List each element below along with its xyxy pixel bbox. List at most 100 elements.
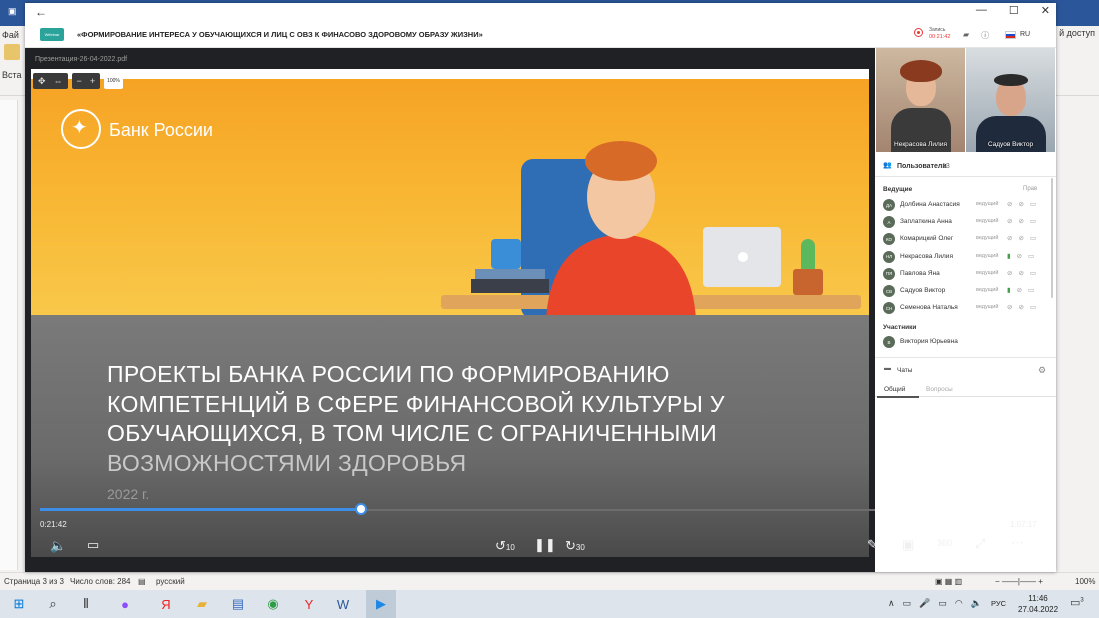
user-row[interactable]: ПЯ Павлова Яна ведущий ⊘ ⊘ ▭ [883,267,1053,281]
chrome-icon[interactable]: ◉ [264,595,282,613]
camera-icon[interactable]: ⊘ [1018,269,1023,277]
zoom-in-button[interactable]: + [90,76,95,86]
chats-header[interactable]: ▬ Чаты ⚙ [875,361,1056,379]
progress-knob[interactable] [355,503,367,515]
chevron-up-icon[interactable]: ∧ [888,598,895,609]
user-controls: ▮ ⊘ ▭ [1007,286,1034,294]
input-language[interactable]: РУС [991,599,1006,608]
zoom-level[interactable]: 100% [1075,577,1095,586]
subtitles-icon[interactable]: ▭ [87,537,99,553]
clock[interactable]: 11:46 27.04.2022 [1018,593,1058,615]
microphone-icon[interactable]: ⊘ [1007,303,1012,311]
avatar: ДА [883,199,895,211]
fullscreen-icon[interactable]: ⤢ [975,536,985,552]
windows-start-icon[interactable]: ⊞ [10,595,28,613]
spellcheck-icon[interactable]: ▤ [138,577,146,586]
volume-icon[interactable]: 🔈 [50,538,66,554]
forward-button[interactable]: ↻30 [565,538,585,554]
back-icon[interactable]: ← [35,5,47,19]
move-icon[interactable]: ✥ [38,76,46,87]
user-row[interactable]: СН Семенова Наталья ведущий ⊘ ⊘ ▭ [883,301,1053,315]
microphone-icon[interactable]: ⊘ [1007,217,1012,225]
yandex-icon[interactable]: Я [157,595,175,613]
battery-icon[interactable]: ▭ [938,598,947,609]
tab-general[interactable]: Общий [884,386,905,393]
minimize-button[interactable]: — [976,4,987,17]
user-row[interactable]: ДА Долбина Анастасия ведущий ⊘ ⊘ ▭ [883,198,1053,212]
user-row[interactable]: А Заплаткина Анна ведущий ⊘ ⊘ ▭ [883,215,1053,229]
word-ribbon-insert[interactable]: Вста [2,70,22,80]
pan-tools: ✥ ⇔ [33,73,68,89]
pencil-icon[interactable]: ✎ [867,537,878,553]
screen-share-icon[interactable]: ▭ [1028,252,1034,260]
video-tile[interactable]: Садуов Виктор [966,48,1055,152]
screen-share-icon[interactable]: ▭ [1030,200,1036,208]
screen-share-icon[interactable]: ▭ [1030,269,1036,277]
pip-icon[interactable]: ▣ [902,537,914,553]
camera-icon[interactable]: ⊘ [1017,252,1022,260]
fit-width-icon[interactable]: ⇔ [54,76,63,86]
user-controls: ⊘ ⊘ ▭ [1007,217,1036,225]
camera-icon[interactable]: ⊘ [1018,234,1023,242]
close-button[interactable]: ✕ [1041,4,1050,17]
alice-icon[interactable]: ● [116,595,134,613]
language-selector[interactable]: RU [1020,31,1030,38]
user-row[interactable]: КО Комарицкий Олег ведущий ⊘ ⊘ ▭ [883,232,1053,246]
rewind-button[interactable]: ↺10 [495,538,515,554]
camera-icon[interactable]: ⊘ [1018,217,1023,225]
user-row[interactable]: НЛ Некрасова Лилия ведущий ▮ ⊘ ▭ [883,250,1053,264]
word-icon[interactable]: W [334,595,352,613]
status-page[interactable]: Страница 3 из 3 [4,577,64,586]
more-icon[interactable]: ⋯ [1011,535,1024,551]
wifi-icon[interactable]: ◠ [955,598,963,609]
microphone-icon[interactable]: 🎤 [919,598,930,609]
task-view-icon[interactable]: ⫴ [77,595,95,613]
hosts-label: Ведущие [883,186,913,193]
screen-share-icon[interactable]: ▭ [1030,234,1036,242]
user-row[interactable]: В Виктория Юрьевна [883,335,1053,349]
save-icon[interactable]: ▣ [8,6,17,17]
tab-questions[interactable]: Вопросы [926,386,953,393]
users-scrollbar[interactable] [1051,178,1053,298]
screen-share-icon[interactable]: ▭ [1030,303,1036,311]
pause-button[interactable]: ❚❚ [534,537,556,553]
read-mode-icon[interactable]: ▣ ▦ ▥ [935,577,962,586]
word-tab-file[interactable]: Фай [2,30,19,40]
status-lang[interactable]: русский [156,577,185,586]
microphone-icon[interactable]: ▮ [1007,252,1011,260]
zoom-out-button[interactable]: − [77,76,82,86]
paste-icon[interactable] [4,44,20,60]
notifications-icon[interactable]: ▭3 [1070,596,1084,609]
file-explorer-icon[interactable]: ▰ [193,595,211,613]
webinar-logo[interactable]: Webinar [40,28,64,41]
camera-icon[interactable]: ⊘ [1018,303,1023,311]
info-icon[interactable]: ⓘ [981,30,989,41]
word-share-button[interactable]: й доступ [1059,28,1095,38]
view-360-button[interactable]: 360 [937,538,952,548]
folder-icon[interactable]: ▰ [963,30,969,41]
logo-text: Webinar [44,32,60,37]
users-header[interactable]: 👥 Пользователи 13 [875,160,1056,175]
microphone-icon[interactable]: ⊘ [1007,200,1012,208]
app-icon[interactable]: ▤ [229,595,247,613]
yandex-browser-icon[interactable]: Y [300,595,318,613]
flag-ru-icon[interactable] [1005,31,1016,39]
user-row[interactable]: СВ Садуов Виктор ведущий ▮ ⊘ ▭ [883,284,1053,298]
screen-share-icon[interactable]: ▭ [1030,217,1036,225]
record-icon[interactable] [914,28,923,37]
camera-icon[interactable]: ⊘ [1017,286,1022,294]
zoom-slider[interactable]: − ——|—— + [995,577,1043,586]
network-icon[interactable]: ▭ [903,598,912,609]
microphone-icon[interactable]: ⊘ [1007,269,1012,277]
video-tile[interactable]: Некрасова Лилия [876,48,965,152]
microphone-icon[interactable]: ⊘ [1007,234,1012,242]
volume-tray-icon[interactable]: 🔈 [971,598,982,609]
screen-share-icon[interactable]: ▭ [1028,286,1034,294]
microphone-icon[interactable]: ▮ [1007,286,1011,294]
maximize-button[interactable]: ☐ [1009,4,1019,17]
status-words[interactable]: Число слов: 284 [70,577,130,586]
search-icon[interactable]: ⌕ [44,595,62,613]
camera-icon[interactable]: ⊘ [1018,200,1023,208]
gear-icon[interactable]: ⚙ [1038,365,1046,376]
webinar-app-icon[interactable]: ▶ [372,595,390,613]
